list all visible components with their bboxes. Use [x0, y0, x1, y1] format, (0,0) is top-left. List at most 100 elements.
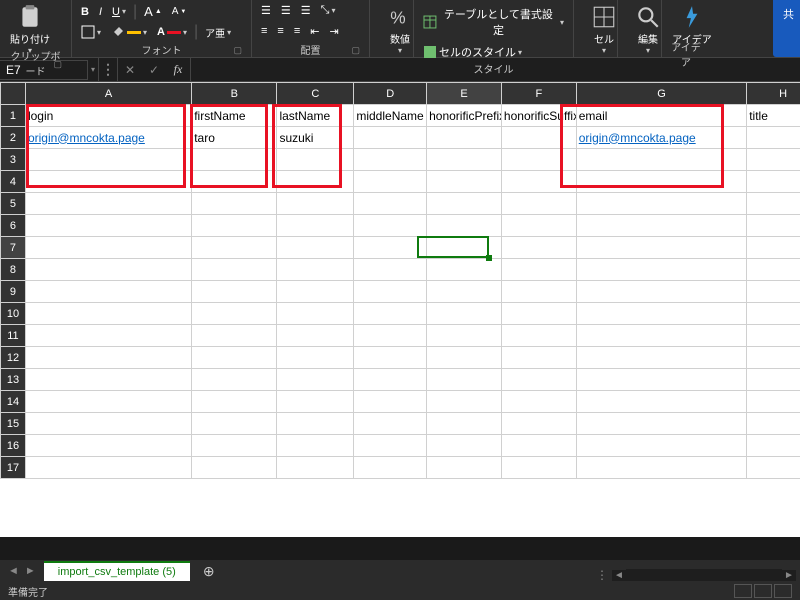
cell-A11[interactable]	[25, 325, 191, 347]
cell-G13[interactable]	[576, 369, 746, 391]
cell-F15[interactable]	[501, 413, 576, 435]
col-header-D[interactable]: D	[354, 83, 427, 105]
cell-D3[interactable]	[354, 149, 427, 171]
view-pagelayout-icon[interactable]	[754, 584, 772, 598]
cell-B3[interactable]	[192, 149, 277, 171]
row-header-8[interactable]: 8	[1, 259, 26, 281]
add-sheet-button[interactable]: ⊕	[198, 560, 220, 582]
cell-B11[interactable]	[192, 325, 277, 347]
cell-H10[interactable]	[747, 303, 800, 325]
cell-B15[interactable]	[192, 413, 277, 435]
cell-A10[interactable]	[25, 303, 191, 325]
increase-indent-button[interactable]: ⇥	[326, 23, 341, 40]
cell-F17[interactable]	[501, 457, 576, 479]
cell-D8[interactable]	[354, 259, 427, 281]
cell-A8[interactable]	[25, 259, 191, 281]
font-color-button[interactable]: A▾	[154, 24, 190, 40]
cell-A4[interactable]	[25, 171, 191, 193]
cell-G4[interactable]	[576, 171, 746, 193]
cell-G17[interactable]	[576, 457, 746, 479]
cell-B9[interactable]	[192, 281, 277, 303]
cell-H14[interactable]	[747, 391, 800, 413]
cell-C8[interactable]	[277, 259, 354, 281]
cell-A12[interactable]	[25, 347, 191, 369]
cell-D2[interactable]	[354, 127, 427, 149]
cell-G15[interactable]	[576, 413, 746, 435]
cell-F9[interactable]	[501, 281, 576, 303]
row-header-17[interactable]: 17	[1, 457, 26, 479]
cell-C11[interactable]	[277, 325, 354, 347]
cell-G8[interactable]	[576, 259, 746, 281]
fill-handle[interactable]	[486, 255, 492, 261]
align-middle-button[interactable]: ☰	[278, 2, 294, 19]
cell-C4[interactable]	[277, 171, 354, 193]
cell-H17[interactable]	[747, 457, 800, 479]
cell-F7[interactable]	[501, 237, 576, 259]
formula-bar-expand-icon[interactable]: ⋮	[99, 61, 117, 78]
cell-F11[interactable]	[501, 325, 576, 347]
cell-B6[interactable]	[192, 215, 277, 237]
cell-A3[interactable]	[25, 149, 191, 171]
fill-color-button[interactable]: ▾	[108, 23, 150, 41]
cell-B4[interactable]	[192, 171, 277, 193]
cell-E10[interactable]	[427, 303, 502, 325]
row-header-11[interactable]: 11	[1, 325, 26, 347]
cell-H13[interactable]	[747, 369, 800, 391]
cell-G3[interactable]	[576, 149, 746, 171]
view-switcher[interactable]	[734, 584, 792, 598]
cell-H9[interactable]	[747, 281, 800, 303]
cell-link[interactable]: origin@mncokta.page	[28, 131, 145, 145]
cell-D10[interactable]	[354, 303, 427, 325]
cell-A9[interactable]	[25, 281, 191, 303]
align-left-button[interactable]: ≡	[258, 23, 270, 39]
cell-D4[interactable]	[354, 171, 427, 193]
underline-button[interactable]: U▾	[109, 4, 129, 20]
row-header-4[interactable]: 4	[1, 171, 26, 193]
cell-G6[interactable]	[576, 215, 746, 237]
cell-B2[interactable]: taro	[192, 127, 277, 149]
cell-F16[interactable]	[501, 435, 576, 457]
cell-C16[interactable]	[277, 435, 354, 457]
cell-C10[interactable]	[277, 303, 354, 325]
cell-G1[interactable]: email	[576, 105, 746, 127]
format-as-table-button[interactable]: テーブルとして書式設定▾	[420, 4, 567, 40]
cell-A13[interactable]	[25, 369, 191, 391]
cell-D15[interactable]	[354, 413, 427, 435]
align-top-button[interactable]: ☰	[258, 2, 274, 19]
cell-F3[interactable]	[501, 149, 576, 171]
cell-F4[interactable]	[501, 171, 576, 193]
cell-G2[interactable]: origin@mncokta.page	[576, 127, 746, 149]
cell-E4[interactable]	[427, 171, 502, 193]
cell-H3[interactable]	[747, 149, 800, 171]
cell-A1[interactable]: login	[25, 105, 191, 127]
cell-D7[interactable]	[354, 237, 427, 259]
row-header-5[interactable]: 5	[1, 193, 26, 215]
dialog-launcher-icon[interactable]: ▢	[348, 44, 363, 57]
cell-D14[interactable]	[354, 391, 427, 413]
cell-A6[interactable]	[25, 215, 191, 237]
col-header-B[interactable]: B	[192, 83, 277, 105]
cell-B16[interactable]	[192, 435, 277, 457]
cell-H1[interactable]: title	[747, 105, 800, 127]
cell-G7[interactable]	[576, 237, 746, 259]
cell-G14[interactable]	[576, 391, 746, 413]
cell-A17[interactable]	[25, 457, 191, 479]
col-header-E[interactable]: E	[427, 83, 502, 105]
orientation-button[interactable]: ⤡▾	[318, 2, 339, 19]
view-normal-icon[interactable]	[734, 584, 752, 598]
borders-button[interactable]: ▾	[78, 23, 104, 41]
cell-C6[interactable]	[277, 215, 354, 237]
row-header-14[interactable]: 14	[1, 391, 26, 413]
select-all-corner[interactable]	[1, 83, 26, 105]
col-header-A[interactable]: A	[25, 83, 191, 105]
cell-E14[interactable]	[427, 391, 502, 413]
cell-A14[interactable]	[25, 391, 191, 413]
row-header-3[interactable]: 3	[1, 149, 26, 171]
cell-E11[interactable]	[427, 325, 502, 347]
cell-B14[interactable]	[192, 391, 277, 413]
cell-D9[interactable]	[354, 281, 427, 303]
cell-E12[interactable]	[427, 347, 502, 369]
cell-H15[interactable]	[747, 413, 800, 435]
view-pagebreak-icon[interactable]	[774, 584, 792, 598]
cell-H11[interactable]	[747, 325, 800, 347]
